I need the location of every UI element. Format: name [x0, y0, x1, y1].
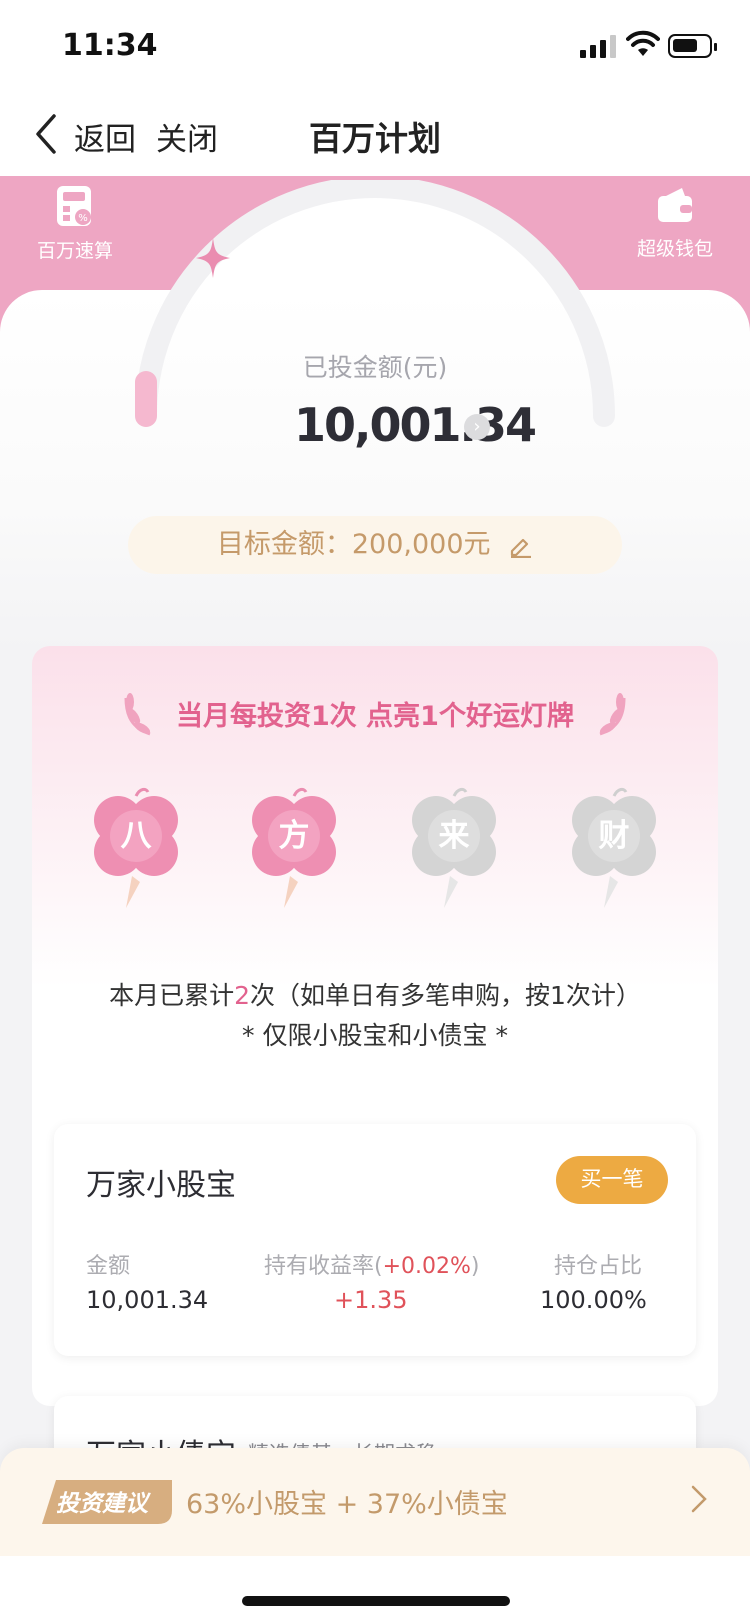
chevron-right-icon[interactable]: › [464, 414, 490, 440]
amount-label: 金额 [86, 1254, 131, 1279]
svg-text:%: % [78, 213, 88, 224]
yield-value: +1.35 [334, 1286, 408, 1314]
count-number: 2 [234, 981, 250, 1010]
fund-card-stock[interactable]: 万家小股宝 买一笔 金额 10,001.34 持有收益率(+0.02%) +1.… [54, 1124, 696, 1356]
status-time: 11:34 [62, 28, 158, 63]
target-amount-text: 目标金额：200,000元 [216, 529, 491, 560]
sparkle-icon [196, 238, 230, 278]
home-indicator[interactable] [242, 1596, 510, 1606]
page-title: 百万计划 [309, 119, 441, 158]
suggestion-text: 63%小股宝 + 37%小债宝 [186, 1489, 508, 1520]
invested-label: 已投金额(元) [302, 353, 448, 382]
ratio-label: 持仓占比 [554, 1254, 643, 1279]
pencil-icon[interactable] [509, 534, 533, 558]
yield-rate: +0.02% [382, 1254, 471, 1279]
home-indicator-area [0, 1556, 750, 1623]
count-suffix: 次（如单日有多笔申购，按1次计） [250, 981, 641, 1010]
ratio-value: 100.00% [540, 1286, 647, 1314]
yield-label-text: 持有收益率( [264, 1254, 383, 1279]
clover-char: 财 [598, 818, 630, 854]
wallet-label: 超级钱包 [636, 238, 713, 260]
lucky-clover: 方 [246, 786, 342, 916]
lucky-clover: 财 [566, 786, 662, 916]
fund-name: 万家小股宝 [86, 1168, 236, 1203]
calculator-icon: % [57, 186, 91, 226]
nav-bar: 返回 关闭 百万计划 [0, 92, 750, 176]
super-wallet-button[interactable]: 超级钱包 [620, 184, 730, 261]
million-calculator-button[interactable]: % 百万速算 [20, 184, 130, 263]
buy-button[interactable]: 买一笔 [556, 1156, 668, 1204]
amount-value: 10,001.34 [86, 1286, 209, 1314]
laurel-right-icon [599, 693, 626, 736]
target-amount-pill[interactable]: 目标金额：200,000元 [128, 516, 622, 574]
calculator-label: 百万速算 [36, 240, 113, 262]
yield-label-close: ) [470, 1254, 480, 1279]
clover-char: 来 [438, 818, 470, 854]
battery-icon [668, 34, 717, 58]
signal-icon [580, 34, 616, 58]
invested-amount: 10,001.34 [294, 398, 537, 452]
chevron-right-icon[interactable] [690, 1484, 708, 1514]
status-bar: 11:34 [0, 0, 750, 92]
wallet-icon [658, 188, 692, 222]
clover-char: 八 [120, 818, 152, 854]
lucky-title: 当月每投资1次 点亮1个好运灯牌 [176, 701, 574, 732]
limit-note: * 仅限小股宝和小债宝 * [242, 1021, 508, 1050]
suggestion-badge: 投资建议 [42, 1480, 172, 1524]
suggestion-badge-text: 投资建议 [56, 1491, 148, 1517]
page: 11:34 返回 关闭 百万计划 % 百万速算 超级钱包 已投金额(元) 10,… [0, 0, 750, 1623]
monthly-count: 本月已累计2次（如单日有多笔申购，按1次计） [0, 976, 750, 1012]
investment-suggestion-bar[interactable]: 投资建议 63%小股宝 + 37%小债宝 [0, 1448, 750, 1556]
lucky-clover: 来 [406, 786, 502, 916]
wifi-icon [626, 30, 660, 56]
yield-label: 持有收益率(+0.02%) [264, 1248, 480, 1280]
count-prefix: 本月已累计 [109, 981, 235, 1010]
clover-char: 方 [278, 818, 310, 854]
lucky-clover: 八 [88, 786, 184, 916]
